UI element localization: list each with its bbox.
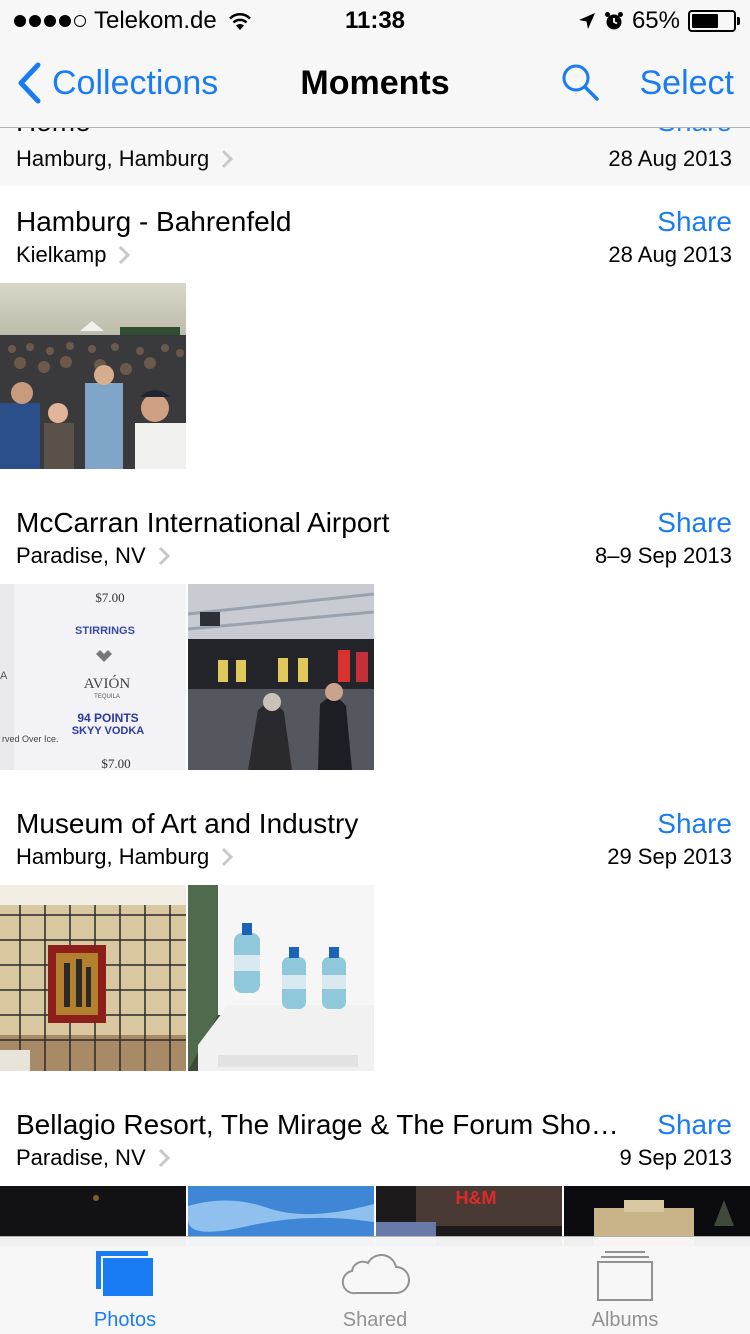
moment-title: Home [16,128,91,138]
page-title: Moments [300,64,450,102]
tab-shared[interactable]: Shared [250,1237,500,1334]
moment-location: Paradise, NV [16,543,146,568]
moment-title: Hamburg - Bahrenfeld [16,206,292,237]
photo-text: $7.00 [95,590,124,605]
chevron-right-icon [222,149,234,169]
share-button[interactable]: Share [657,1109,732,1141]
search-icon[interactable] [560,62,600,102]
battery-percent: 65% [631,7,680,34]
photo-text: AVIÓN [84,675,131,692]
chevron-right-icon [158,1148,170,1168]
navigation-bar: Collections Moments Select [0,40,750,128]
moment-title: Museum of Art and Industry [16,808,359,839]
moment-title: McCarran International Airport [16,507,390,538]
tab-bar: Photos Shared Albums [0,1236,750,1334]
moment-date: 9 Sep 2013 [619,1145,732,1170]
chevron-right-icon [222,847,234,867]
location-arrow-icon [578,13,595,29]
select-button[interactable]: Select [640,64,735,103]
moment-location-link[interactable]: Hamburg, Hamburg [16,146,234,172]
photo-text: A [0,670,8,682]
photos-icon [96,1251,155,1298]
photo-grid [0,885,374,1071]
alarm-clock-icon [604,12,623,30]
photo-text: SKYY VODKA [72,725,145,737]
photo-thumbnail-crowd[interactable] [0,283,186,469]
photo-text: rved Over Ice. [2,734,59,744]
moment-header-home[interactable]: Home Share Hamburg, Hamburg 28 Aug 2013 [0,128,750,186]
share-button[interactable]: Share [657,808,732,840]
moment-section: Museum of Art and Industry Share Hamburg… [0,788,750,1088]
status-right: 65% [578,7,740,35]
photo-text: STIRRINGS [75,625,135,637]
photo-thumbnail-water-bottles[interactable] [188,885,374,1071]
moment-location: Hamburg, Hamburg [16,146,210,171]
moment-location-link[interactable]: Hamburg, Hamburg [16,844,234,870]
tab-albums-label: Albums [591,1309,659,1331]
moment-date: 29 Sep 2013 [607,844,732,869]
moment-title: Bellagio Resort, The Mirage & The Forum … [16,1109,619,1140]
tab-shared-label: Shared [342,1309,408,1331]
moment-date: 8–9 Sep 2013 [594,543,732,568]
chevron-right-icon [158,546,170,566]
moment-section: Hamburg - Bahrenfeld Share Kielkamp 28 A… [0,186,750,486]
photo-text: $7.00 [101,756,130,770]
photo-thumbnail-menu[interactable]: $7.00 STIRRINGS AVIÓN TEQUILA 94 POINTS … [0,584,186,770]
albums-icon [597,1251,653,1301]
tab-albums[interactable]: Albums [500,1237,750,1334]
photo-text: TEQUILA [94,694,120,700]
photo-text: 94 POINTS [77,711,138,725]
moment-location-link[interactable]: Paradise, NV [16,543,170,569]
moment-location: Paradise, NV [16,1145,146,1170]
moment-location: Kielkamp [16,242,107,267]
cloud-icon [341,1253,410,1295]
status-bar: Telekom.de 11:38 65% [0,0,750,40]
tab-photos[interactable]: Photos [0,1237,250,1334]
chevron-right-icon [119,245,131,265]
moment-date: 28 Aug 2013 [608,146,732,171]
share-button[interactable]: Share [657,128,732,138]
moment-date: 28 Aug 2013 [608,242,732,267]
photo-grid: $7.00 STIRRINGS AVIÓN TEQUILA 94 POINTS … [0,584,374,770]
battery-icon [688,10,740,32]
moments-list[interactable]: Home Share Hamburg, Hamburg 28 Aug 2013 … [0,0,750,1334]
tab-photos-label: Photos [93,1309,157,1331]
battery-fill [692,14,718,28]
share-button[interactable]: Share [657,206,732,238]
photo-thumbnail-carpet[interactable] [0,885,186,1071]
photo-text: H&M [456,1188,497,1208]
moment-section: Bellagio Resort, The Mirage & The Forum … [0,1089,750,1249]
share-button[interactable]: Share [657,507,732,539]
moment-section: McCarran International Airport Share Par… [0,487,750,787]
moment-location-link[interactable]: Kielkamp [16,242,131,268]
moment-location-link[interactable]: Paradise, NV [16,1145,170,1171]
photo-grid [0,283,186,469]
moment-location: Hamburg, Hamburg [16,844,210,869]
photo-thumbnail-airport[interactable] [188,584,374,770]
